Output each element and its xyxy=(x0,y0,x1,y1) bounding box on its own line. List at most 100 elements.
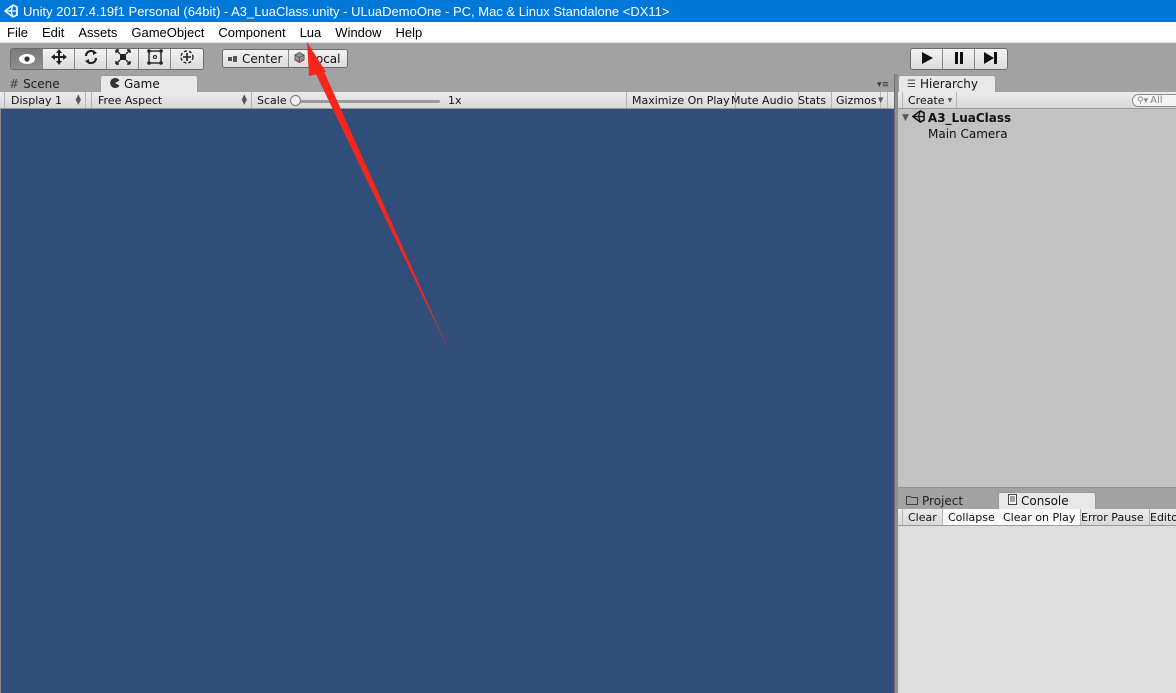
pause-button[interactable] xyxy=(943,49,975,69)
hierarchy-toolbar: Create ▼ ⚲▾ All xyxy=(898,92,1176,109)
console-collapse-toggle[interactable]: Collapse xyxy=(943,509,1001,525)
unity-editor-window: Unity 2017.4.19f1 Personal (64bit) - A3_… xyxy=(0,0,1176,693)
play-icon xyxy=(920,50,934,69)
menu-gameobject[interactable]: GameObject xyxy=(124,25,211,40)
play-button[interactable] xyxy=(911,49,943,69)
console-editor-dropdown[interactable]: Editor xyxy=(1145,509,1176,525)
tab-game-label: Game xyxy=(124,77,160,91)
tab-hierarchy-label: Hierarchy xyxy=(919,77,978,91)
menu-help[interactable]: Help xyxy=(389,25,430,40)
folder-icon xyxy=(906,494,918,508)
mute-audio-toggle[interactable]: Mute Audio xyxy=(727,92,800,108)
console-toolbar: Clear Collapse Clear on Play Error Pause… xyxy=(898,509,1176,526)
menu-bar: File Edit Assets GameObject Component Lu… xyxy=(0,22,1176,43)
hierarchy-tabstrip: ☰ Hierarchy xyxy=(898,74,1176,92)
rect-icon xyxy=(146,49,163,69)
tab-project[interactable]: Project xyxy=(898,492,994,509)
console-doc-icon xyxy=(1008,494,1017,508)
console-clear-on-play-label: Clear on Play xyxy=(1003,510,1076,524)
hierarchy-tree: ▼ A3_LuaClass Main Camera xyxy=(898,109,1176,488)
menu-edit[interactable]: Edit xyxy=(35,25,71,40)
console-clear-button[interactable]: Clear xyxy=(902,509,943,525)
display-dropdown[interactable]: Display 1 ▲ ▼ xyxy=(4,92,86,108)
scale-value: 1x xyxy=(448,94,462,107)
pause-icon xyxy=(953,50,965,69)
unity-scene-icon xyxy=(911,110,925,126)
console-log-area[interactable] xyxy=(898,526,1176,693)
eye-icon xyxy=(18,50,36,69)
bottom-tabstrip: Project Console xyxy=(898,491,1176,509)
tab-hierarchy[interactable]: ☰ Hierarchy xyxy=(898,75,996,92)
pivot-rotation-label: Local xyxy=(309,51,341,66)
title-bar: Unity 2017.4.19f1 Personal (64bit) - A3_… xyxy=(0,0,1176,22)
tab-console[interactable]: Console xyxy=(998,492,1096,509)
move-tool-button[interactable] xyxy=(43,49,75,69)
aspect-label: Free Aspect xyxy=(98,93,163,107)
maximize-on-play-toggle[interactable]: Maximize On Play xyxy=(626,92,736,108)
dropdown-arrow-icon: ▼ xyxy=(878,96,884,104)
game-pacman-icon xyxy=(110,77,120,91)
scale-tool-button[interactable] xyxy=(107,49,139,69)
scene-root-row[interactable]: ▼ A3_LuaClass xyxy=(902,110,1011,126)
search-icon: ⚲▾ xyxy=(1137,95,1149,106)
pivot-mode-button[interactable]: Center xyxy=(223,50,290,67)
menu-lua[interactable]: Lua xyxy=(293,25,329,40)
create-label: Create xyxy=(908,93,945,107)
scale-label: Scale xyxy=(257,94,287,107)
hierarchy-search-input[interactable]: ⚲▾ All xyxy=(1132,94,1176,107)
tab-game[interactable]: Game xyxy=(100,75,198,92)
create-dropdown[interactable]: Create ▼ xyxy=(902,92,958,108)
pivot-mode-label: Center xyxy=(242,51,283,66)
display-label: Display 1 xyxy=(11,93,63,107)
console-error-pause-label: Error Pause xyxy=(1081,510,1144,524)
rect-tool-button[interactable] xyxy=(139,49,171,69)
main-toolbar: Center Local xyxy=(0,43,1176,74)
panel-menu-icon[interactable]: ▾≡ xyxy=(877,80,889,90)
tab-console-label: Console xyxy=(1021,494,1069,508)
transform-tools xyxy=(10,48,204,70)
console-error-pause-toggle[interactable]: Error Pause xyxy=(1076,509,1150,525)
scale-icon xyxy=(114,49,131,69)
updown-icon: ▲ ▼ xyxy=(241,93,247,106)
tab-project-label: Project xyxy=(922,493,964,508)
grid-icon: # xyxy=(9,76,20,91)
game-view-toolbar: Display 1 ▲ ▼ Free Aspect ▲ ▼ Scale 1x Max… xyxy=(0,92,894,109)
transform-icon xyxy=(179,49,195,69)
tab-scene[interactable]: # Scene xyxy=(0,75,92,92)
stats-toggle[interactable]: Stats xyxy=(793,92,833,108)
console-collapse-label: Collapse xyxy=(948,510,995,524)
pivot-rotation-button[interactable]: Local xyxy=(289,50,347,67)
pivot-center-icon xyxy=(228,52,238,66)
gizmos-dropdown[interactable]: ▼ xyxy=(876,92,888,108)
menu-component[interactable]: Component xyxy=(211,25,292,40)
view-tool-button[interactable] xyxy=(11,49,43,69)
menu-window[interactable]: Window xyxy=(328,25,388,40)
menu-assets[interactable]: Assets xyxy=(71,25,124,40)
transform-tool-button[interactable] xyxy=(171,49,203,69)
step-button[interactable] xyxy=(975,49,1007,69)
step-icon xyxy=(983,50,999,69)
game-view-viewport[interactable] xyxy=(0,109,894,693)
scale-slider-track[interactable] xyxy=(296,100,440,103)
aspect-dropdown[interactable]: Free Aspect ▲ ▼ xyxy=(91,92,252,108)
gizmos-toggle[interactable]: Gizmos xyxy=(831,92,881,108)
maximize-on-play-label: Maximize On Play xyxy=(632,93,730,107)
hierarchy-item[interactable]: Main Camera xyxy=(928,126,1008,142)
console-clear-on-play-toggle[interactable]: Clear on Play xyxy=(998,509,1082,525)
unity-logo-icon xyxy=(4,4,18,18)
rotate-tool-button[interactable] xyxy=(75,49,107,69)
dropdown-arrow-icon: ▼ xyxy=(947,96,953,104)
hierarchy-list-icon: ☰ xyxy=(907,78,916,90)
menu-file[interactable]: File xyxy=(0,25,35,40)
rotate-icon xyxy=(83,49,99,69)
tab-scene-label: Scene xyxy=(23,76,60,91)
pivot-controls: Center Local xyxy=(222,49,348,68)
console-editor-label: Editor xyxy=(1150,510,1176,524)
move-arrows-icon xyxy=(50,49,67,69)
mute-audio-label: Mute Audio xyxy=(731,93,794,107)
scale-slider-thumb[interactable] xyxy=(290,95,301,106)
scene-name: A3_LuaClass xyxy=(927,111,1012,125)
expand-triangle-icon[interactable]: ▼ xyxy=(902,113,909,123)
hierarchy-item-label: Main Camera xyxy=(928,127,1008,141)
console-clear-label: Clear xyxy=(908,510,937,524)
